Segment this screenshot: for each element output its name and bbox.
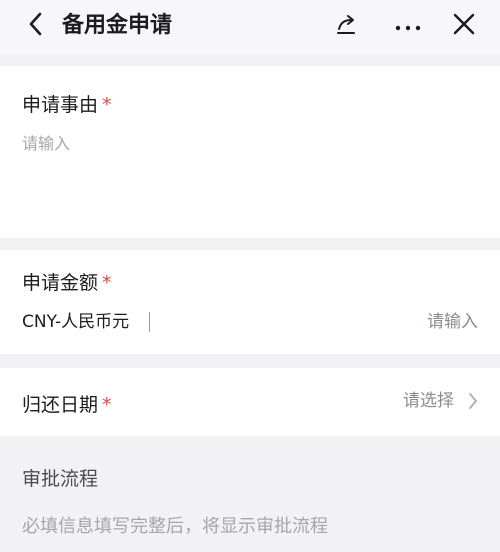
reason-label: 申请事由 * bbox=[22, 90, 112, 117]
more-icon bbox=[394, 17, 422, 36]
return-date-label-text: 归还日期 bbox=[22, 394, 99, 416]
chevron-left-icon bbox=[28, 12, 42, 40]
return-date-field-card: 归还日期 * 请选择 bbox=[0, 368, 500, 436]
approval-flow-title: 审批流程 bbox=[22, 468, 99, 490]
reason-placeholder: 请输入 bbox=[22, 134, 71, 153]
amount-placeholder: 请输入 bbox=[427, 312, 478, 332]
amount-input[interactable]: 请输入 bbox=[427, 310, 478, 334]
required-mark: * bbox=[102, 394, 112, 416]
amount-label-text: 申请金额 bbox=[22, 272, 99, 294]
chevron-right-icon bbox=[468, 392, 480, 410]
reason-input[interactable]: 请输入 bbox=[22, 130, 478, 220]
return-date-picker[interactable]: 请选择 bbox=[403, 388, 480, 414]
share-icon bbox=[334, 13, 358, 39]
close-button[interactable] bbox=[446, 9, 482, 43]
amount-field-card: 申请金额 * CNY-人民币元 请输入 bbox=[0, 250, 500, 354]
field-divider bbox=[149, 312, 150, 332]
approval-flow-note: 必填信息填写完整后，将显示审批流程 bbox=[22, 516, 328, 537]
approval-flow-section: 审批流程 必填信息填写完整后，将显示审批流程 bbox=[0, 436, 500, 552]
currency-select[interactable]: CNY-人民币元 bbox=[22, 310, 129, 334]
page-title: 备用金申请 bbox=[62, 13, 173, 38]
return-date-label: 归还日期 * bbox=[22, 390, 112, 417]
return-date-placeholder: 请选择 bbox=[403, 391, 454, 411]
share-button[interactable] bbox=[328, 9, 364, 43]
back-button[interactable] bbox=[18, 9, 52, 43]
amount-label: 申请金额 * bbox=[22, 268, 112, 295]
more-button[interactable] bbox=[390, 9, 426, 43]
reason-field-card: 申请事由 * 请输入 bbox=[0, 66, 500, 238]
close-icon bbox=[453, 13, 475, 39]
required-mark: * bbox=[102, 94, 112, 116]
reason-label-text: 申请事由 bbox=[22, 94, 99, 116]
required-mark: * bbox=[102, 272, 112, 294]
top-navigation-bar: 备用金申请 bbox=[0, 0, 500, 54]
